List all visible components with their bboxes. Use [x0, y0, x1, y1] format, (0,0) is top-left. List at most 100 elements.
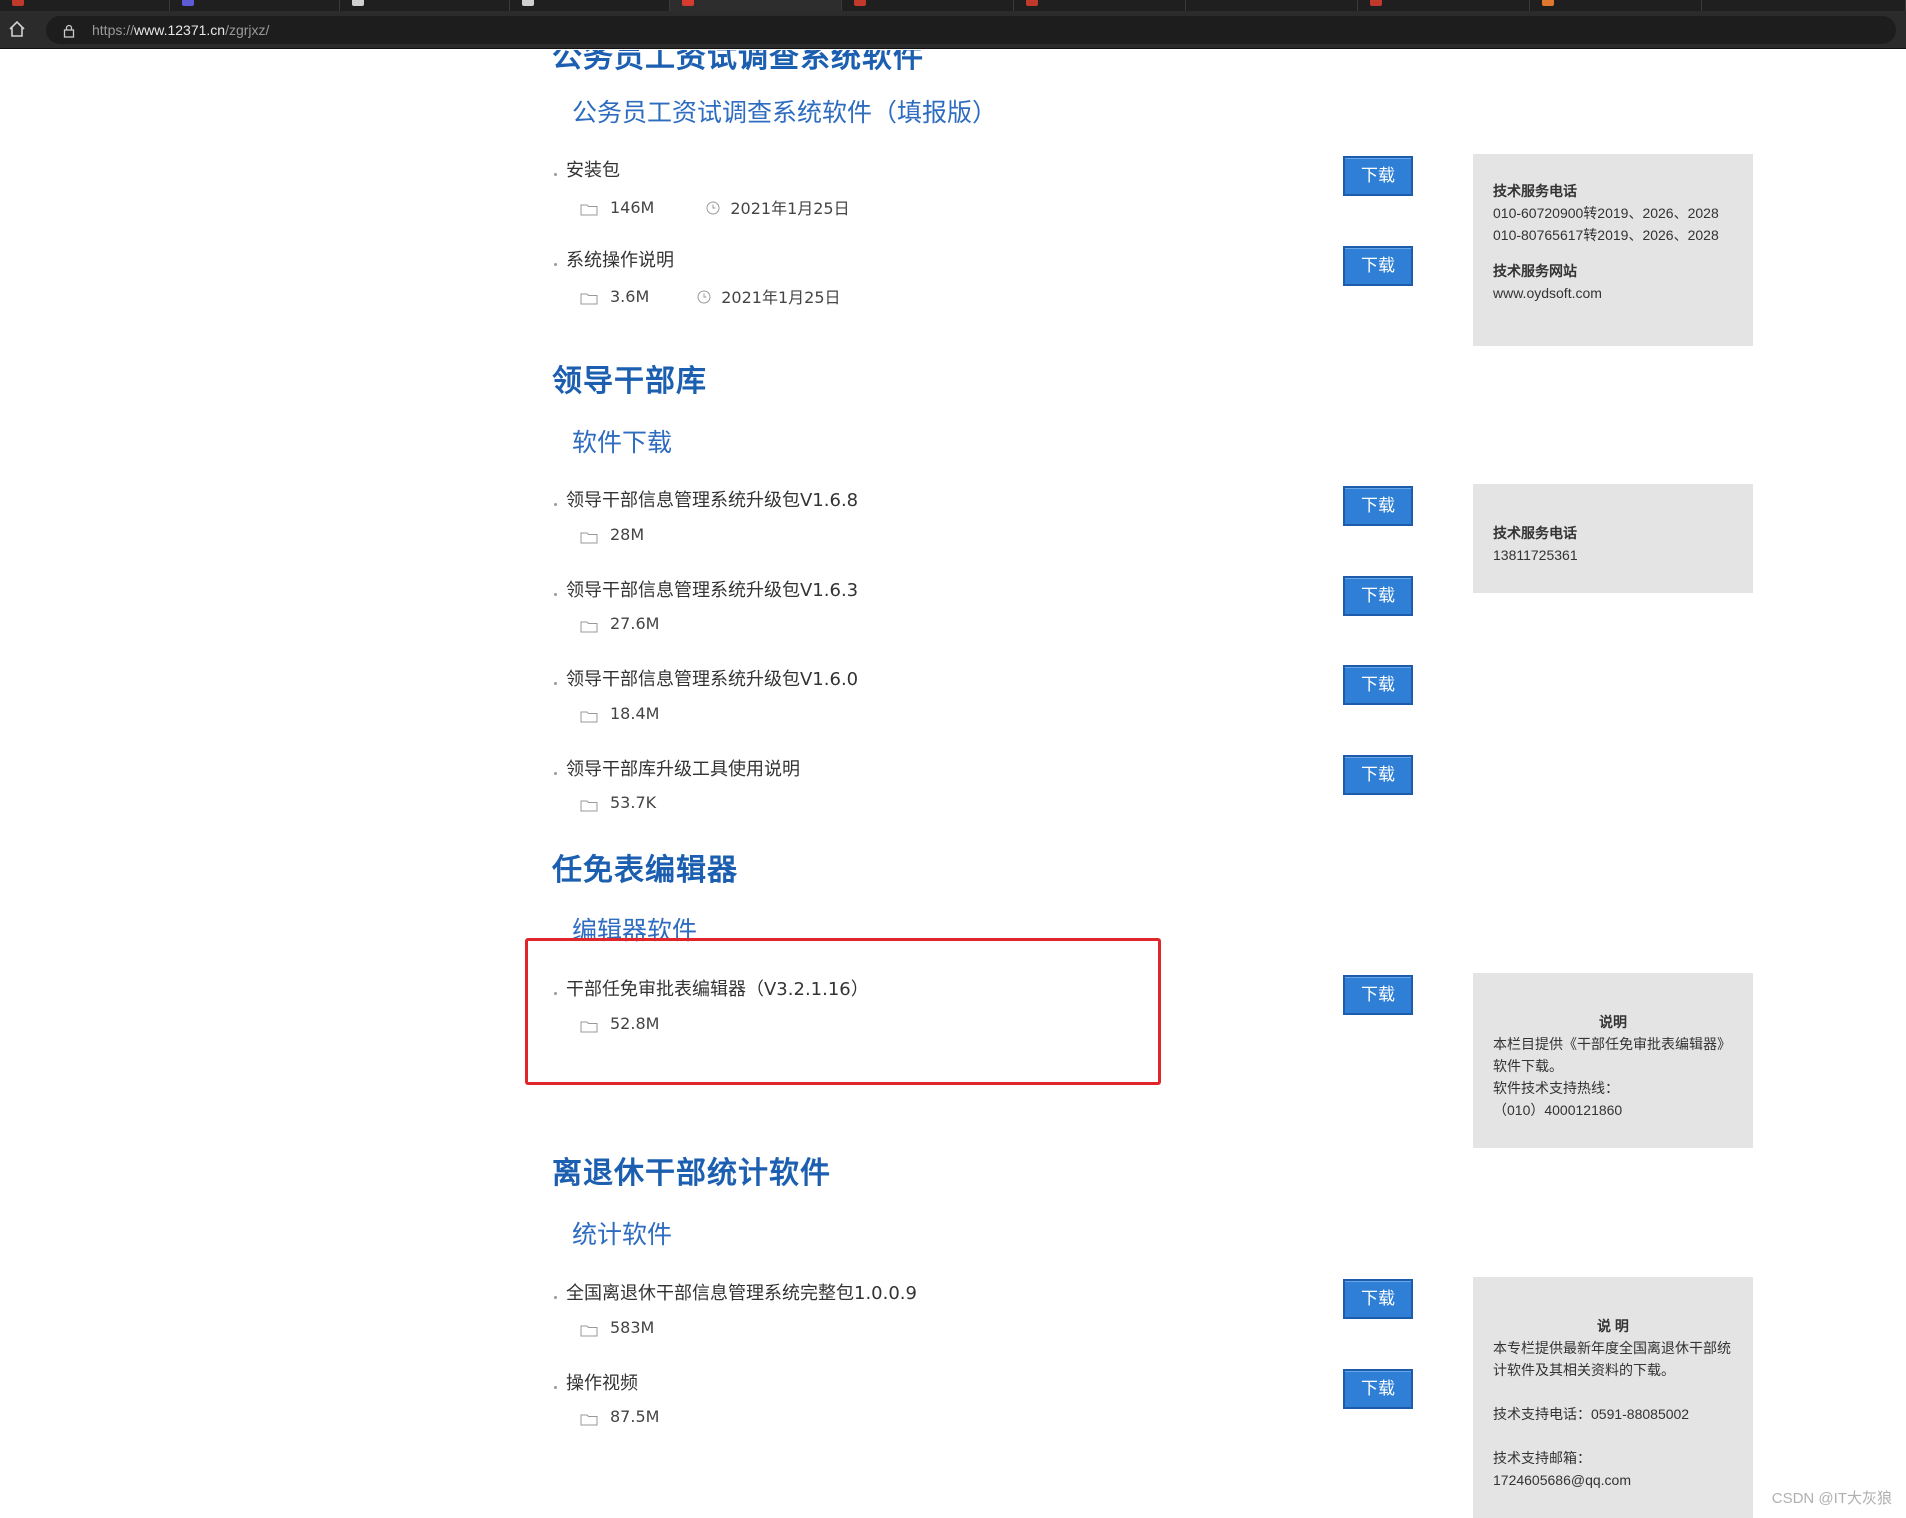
item-size: 583M — [610, 1318, 655, 1337]
item-meta: 583M — [580, 1318, 654, 1337]
phone-line: 010-60720900转2019、2026、2028 — [1493, 205, 1719, 221]
tab-favicon-icon — [1026, 0, 1038, 6]
folder-icon — [580, 201, 598, 216]
item-meta: 27.6M — [580, 614, 659, 633]
item-size: 53.7K — [610, 793, 657, 812]
description-line: 本专栏提供最新年度全国离退休干部统 — [1493, 1340, 1731, 1356]
item-meta: 53.7K — [580, 793, 656, 812]
item-size: 27.6M — [610, 614, 660, 633]
bullet-dot — [554, 173, 557, 176]
url-input[interactable]: https://www.12371.cn/zgrjxz/ — [46, 16, 1896, 44]
description-line: 本栏目提供《干部任免审批表编辑器》 — [1493, 1036, 1731, 1052]
browser-tab[interactable] — [510, 0, 670, 11]
download-button[interactable]: 下载 — [1343, 975, 1413, 1015]
description-line: 1724605686@qq.com — [1493, 1472, 1631, 1488]
description-title: 说 明 — [1597, 1318, 1629, 1334]
download-button[interactable]: 下载 — [1343, 1369, 1413, 1409]
item-name-operation-video: 操作视频 — [566, 1373, 638, 1394]
item-size: 146M — [610, 197, 655, 217]
item-name-upgrade-168: 领导干部信息管理系统升级包V1.6.8 — [566, 490, 859, 511]
item-meta: 3.6M 2021年1月25日 — [580, 284, 841, 308]
download-button[interactable]: 下载 — [1343, 1279, 1413, 1319]
tab-favicon-icon — [1542, 0, 1554, 6]
browser-tab-active[interactable] — [670, 0, 842, 11]
folder-icon — [580, 1411, 598, 1425]
description-line: 技术支持邮箱： — [1493, 1450, 1591, 1466]
bullet-dot — [554, 593, 557, 596]
browser-tab[interactable] — [1530, 0, 1702, 11]
item-name-full-package: 全国离退休干部信息管理系统完整包1.0.0.9 — [566, 1283, 917, 1304]
description-line: 技术支持电话：0591-88085002 — [1493, 1406, 1690, 1422]
highlight-annotation-box — [525, 938, 1161, 1085]
browser-tab[interactable] — [0, 0, 170, 11]
description-line: 软件下载。 — [1493, 1058, 1563, 1074]
bullet-dot — [554, 1296, 557, 1299]
tab-favicon-icon — [1370, 0, 1382, 6]
bullet-dot — [554, 682, 557, 685]
csdn-watermark: CSDN @IT大灰狼 — [1771, 1490, 1892, 1507]
download-button[interactable]: 下载 — [1343, 486, 1413, 526]
website-label: 技术服务网站 — [1493, 263, 1577, 279]
browser-address-bar: https://www.12371.cn/zgrjxz/ — [0, 11, 1906, 49]
retired-statistics-description-box: 说 明 本专栏提供最新年度全国离退休干部统 计软件及其相关资料的下载。 技术支持… — [1473, 1277, 1753, 1518]
browser-tab-strip — [0, 0, 1906, 11]
download-button[interactable]: 下载 — [1343, 156, 1413, 196]
browser-tab[interactable] — [842, 0, 1014, 11]
browser-tab[interactable] — [1702, 0, 1906, 11]
editor-description-box: 说明 本栏目提供《干部任免审批表编辑器》 软件下载。 软件技术支持热线： （01… — [1473, 973, 1753, 1148]
item-meta: 18.4M — [580, 704, 659, 723]
tab-favicon-icon — [182, 0, 194, 6]
website-link[interactable]: www.oydsoft.com — [1493, 282, 1733, 304]
tab-favicon-icon — [12, 0, 24, 6]
item-size: 3.6M — [610, 286, 650, 306]
item-name-upgrade-tool-manual: 领导干部库升级工具使用说明 — [566, 759, 800, 780]
page-content: 公务员工资试调查系统软件 公务员工资试调查系统软件（填报版） 安装包 146M … — [0, 50, 1906, 1518]
bullet-dot — [554, 772, 557, 775]
bullet-dot — [554, 263, 557, 266]
url-scheme: https:// — [92, 22, 135, 38]
tech-service-info-box: 技术服务电话 13811725361 — [1473, 484, 1753, 593]
tab-favicon-icon — [522, 0, 534, 6]
item-date: 2021年1月25日 — [730, 199, 850, 218]
phone-label: 技术服务电话 — [1493, 525, 1577, 541]
browser-tab[interactable] — [170, 0, 340, 11]
clock-icon — [706, 200, 720, 215]
item-size: 18.4M — [610, 704, 660, 723]
tech-service-info-box: 技术服务电话 010-60720900转2019、2026、2028 010-8… — [1473, 154, 1753, 346]
folder-icon — [580, 290, 598, 305]
folder-icon — [580, 708, 598, 722]
section-title-appointment-editor: 任免表编辑器 — [552, 853, 738, 888]
item-name-upgrade-160: 领导干部信息管理系统升级包V1.6.0 — [566, 669, 859, 690]
url-text: https://www.12371.cn/zgrjxz/ — [92, 22, 269, 38]
item-date: 2021年1月25日 — [721, 288, 841, 307]
download-button[interactable]: 下载 — [1343, 246, 1413, 286]
download-button[interactable]: 下载 — [1343, 576, 1413, 616]
tab-favicon-icon — [352, 0, 364, 6]
bullet-dot — [554, 503, 557, 506]
item-name-install-package: 安装包 — [566, 160, 620, 181]
browser-tab[interactable] — [1186, 0, 1358, 11]
item-date-group: 2021年1月25日 — [697, 284, 841, 308]
item-name-upgrade-163: 领导干部信息管理系统升级包V1.6.3 — [566, 580, 859, 601]
browser-tab[interactable] — [1358, 0, 1530, 11]
clock-icon — [697, 289, 711, 304]
section-title-salary-survey: 公务员工资试调查系统软件 — [552, 50, 924, 75]
browser-tab[interactable] — [1014, 0, 1186, 11]
item-meta: 28M — [580, 525, 644, 544]
phone-label: 技术服务电话 — [1493, 183, 1577, 199]
section-title-leader-cadre-library: 领导干部库 — [552, 364, 707, 399]
item-meta: 146M 2021年1月25日 — [580, 195, 850, 219]
download-button[interactable]: 下载 — [1343, 755, 1413, 795]
download-button[interactable]: 下载 — [1343, 665, 1413, 705]
home-icon[interactable] — [6, 18, 28, 40]
item-date-group: 2021年1月25日 — [706, 195, 850, 219]
tab-favicon-icon — [854, 0, 866, 6]
url-path: /zgrjxz/ — [225, 22, 270, 38]
tab-favicon-icon — [682, 0, 694, 6]
phone-line: 010-80765617转2019、2026、2028 — [1493, 227, 1719, 243]
item-size: 28M — [610, 525, 645, 544]
subsection-title-statistics-software: 统计软件 — [572, 1220, 673, 1249]
section-title-retired-cadre-statistics: 离退休干部统计软件 — [552, 1156, 831, 1191]
subsection-title-software-download: 软件下载 — [572, 428, 673, 457]
browser-tab[interactable] — [340, 0, 510, 11]
